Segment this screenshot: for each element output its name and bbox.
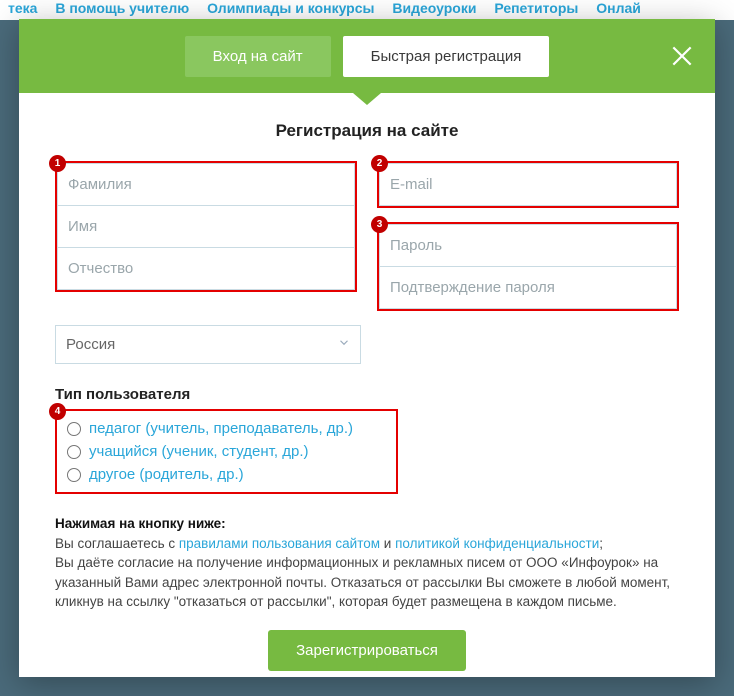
nav-item[interactable]: Видеоуроки [392, 0, 476, 16]
radio-label: другое (родитель, др.) [89, 466, 244, 483]
terms-text: ; [599, 536, 603, 551]
name-fields-group: 1 [55, 161, 357, 292]
user-type-option-student[interactable]: учащийся (ученик, студент, др.) [67, 440, 386, 463]
submit-wrap: Зарегистрироваться [55, 630, 679, 671]
submit-button[interactable]: Зарегистрироваться [268, 630, 466, 671]
modal-header: Вход на сайт Быстрая регистрация [19, 19, 715, 93]
nav-item[interactable]: В помощь учителю [55, 0, 189, 16]
annotation-badge-3: 3 [371, 216, 388, 233]
nav-item[interactable]: тека [8, 0, 37, 16]
radio-other[interactable] [67, 468, 81, 482]
user-type-label: Тип пользователя [55, 386, 679, 403]
terms-text: Вы соглашаетесь с [55, 536, 179, 551]
tab-register[interactable]: Быстрая регистрация [343, 36, 550, 77]
country-select-wrap[interactable]: Россия [55, 325, 361, 364]
country-select[interactable]: Россия [55, 325, 361, 364]
close-icon[interactable] [669, 43, 695, 69]
password-fields-group: 3 [377, 222, 679, 311]
lastname-input[interactable] [57, 163, 355, 206]
nav-item[interactable]: Онлай [596, 0, 641, 16]
user-type-group: 4 педагог (учитель, преподаватель, др.) … [55, 409, 398, 494]
annotation-badge-1: 1 [49, 155, 66, 172]
registration-modal: Вход на сайт Быстрая регистрация Регистр… [19, 19, 715, 677]
terms-text: и [380, 536, 395, 551]
radio-teacher[interactable] [67, 422, 81, 436]
form-columns: 1 2 3 [55, 161, 679, 311]
terms-text: Вы даёте согласие на получение информаци… [55, 555, 670, 609]
nav-background: тека В помощь учителю Олимпиады и конкур… [0, 0, 734, 20]
modal-body: Регистрация на сайте 1 2 3 [19, 93, 715, 677]
user-type-option-other[interactable]: другое (родитель, др.) [67, 463, 386, 486]
terms-link-rules[interactable]: правилами пользования сайтом [179, 536, 380, 551]
radio-student[interactable] [67, 445, 81, 459]
email-field-group: 2 [377, 161, 679, 208]
firstname-input[interactable] [57, 206, 355, 248]
nav-item[interactable]: Олимпиады и конкурсы [207, 0, 374, 16]
radio-label: учащийся (ученик, студент, др.) [89, 443, 308, 460]
form-title: Регистрация на сайте [55, 121, 679, 141]
password-confirm-input[interactable] [379, 267, 677, 309]
terms-block: Нажимая на кнопку ниже: Вы соглашаетесь … [55, 514, 679, 612]
terms-heading: Нажимая на кнопку ниже: [55, 516, 226, 531]
patronymic-input[interactable] [57, 248, 355, 290]
terms-link-privacy[interactable]: политикой конфиденциальности [395, 536, 599, 551]
tab-login[interactable]: Вход на сайт [185, 36, 331, 77]
radio-label: педагог (учитель, преподаватель, др.) [89, 420, 353, 437]
user-type-option-teacher[interactable]: педагог (учитель, преподаватель, др.) [67, 417, 386, 440]
password-input[interactable] [379, 224, 677, 267]
nav-item[interactable]: Репетиторы [494, 0, 578, 16]
annotation-badge-4: 4 [49, 403, 66, 420]
annotation-badge-2: 2 [371, 155, 388, 172]
email-input[interactable] [379, 163, 677, 206]
